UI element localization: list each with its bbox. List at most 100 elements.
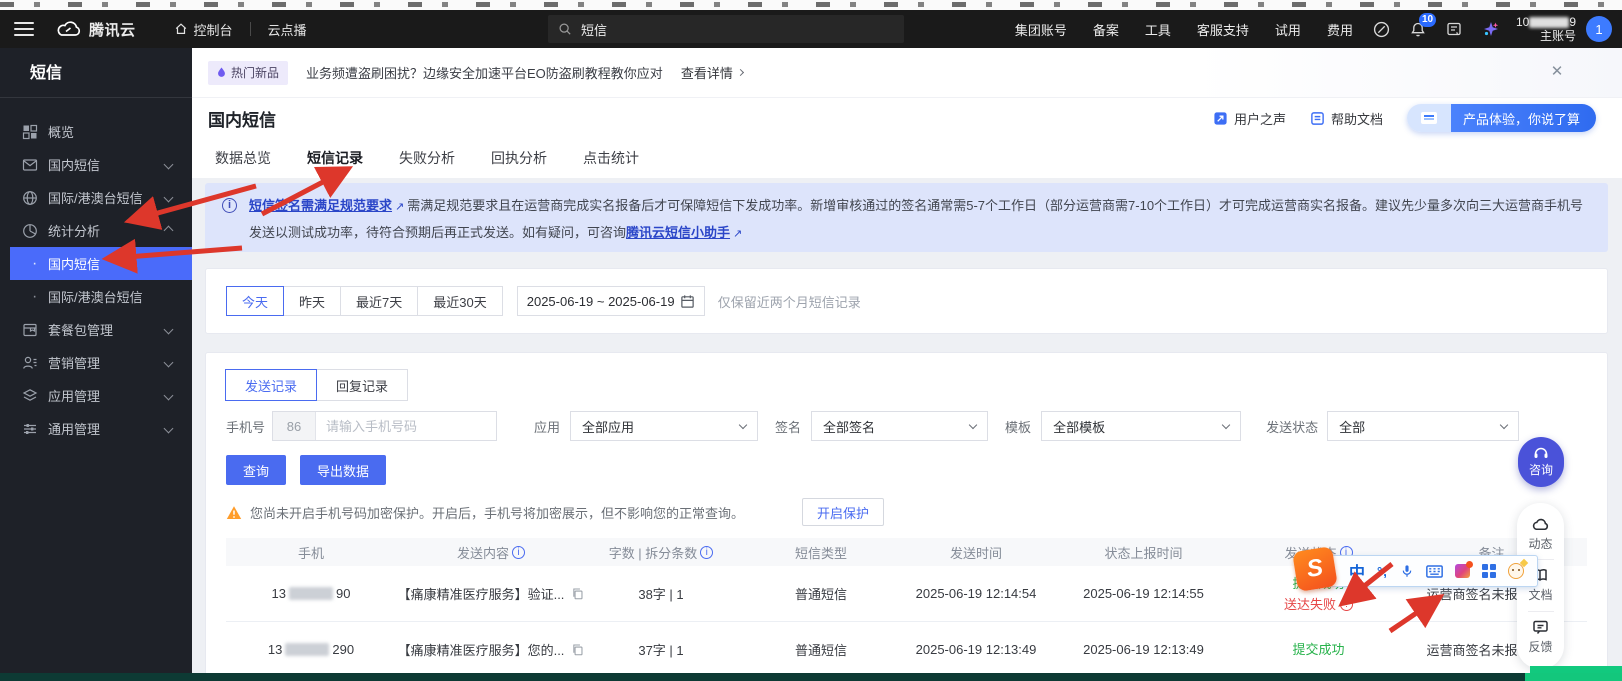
feedback-widget[interactable]: 反馈 [1528,619,1552,655]
grid-icon [22,124,38,140]
secondary-nav-link[interactable]: 云点播 [268,20,307,39]
ime-toolbox-icon[interactable] [1482,564,1496,578]
notification-bell-icon[interactable]: 10 [1410,21,1426,38]
sidebar-item-overview[interactable]: 概览 [0,115,192,148]
phone-input[interactable] [316,412,496,440]
cell-phone: 13290 [226,642,396,657]
account-role: 主账号 [1516,29,1576,43]
billing-doc-icon[interactable] [1446,21,1462,37]
date-range-value: 2025-06-19 ~ 2025-06-19 [527,294,675,309]
ime-skin-icon[interactable] [1455,564,1470,578]
service-circle-icon[interactable] [1373,21,1390,38]
info-circle-icon[interactable]: i [512,546,525,559]
voice-icon [1213,111,1228,126]
banner-detail-link[interactable]: 查看详情 [681,63,743,82]
feedback-form-icon [1407,104,1451,132]
cell-count: 37字 | 1 [586,640,736,659]
tab-reply-records[interactable]: 回复记录 [316,369,408,401]
bullet-icon: · [32,259,48,269]
emoji-icon[interactable] [1508,563,1524,579]
sms-assistant-link[interactable]: 腾讯云短信小助手 [626,225,730,240]
chevron-down-icon [164,424,174,434]
tab-send-records[interactable]: 发送记录 [225,369,317,401]
ime-punctuation-toggle[interactable]: °, [1377,564,1388,579]
col-phone: 手机 [226,543,396,562]
quick-range-yesterday[interactable]: 昨天 [283,286,341,316]
sidebar-subitem-domestic-sms-active[interactable]: · 国内短信 [10,247,192,280]
tab-sms-records[interactable]: 短信记录 [307,148,363,168]
copy-icon[interactable] [571,643,584,656]
cloud-icon [1531,517,1550,532]
consult-widget[interactable]: 咨询 [1518,437,1564,487]
query-button[interactable]: 查询 [226,455,286,485]
quick-range-today[interactable]: 今天 [226,286,284,316]
drop-icon [217,67,226,78]
chevron-down-icon [164,325,174,335]
news-widget[interactable]: 动态 [1528,517,1552,552]
sidebar-item-statistics[interactable]: 统计分析 [0,214,192,247]
nav-link-icp[interactable]: 备案 [1093,20,1119,39]
ime-language-toggle[interactable]: 中 [1349,559,1365,583]
sidebar-item-app-mgmt[interactable]: 应用管理 [0,379,192,412]
user-avatar[interactable]: 1 [1586,16,1612,42]
sign-select[interactable]: 全部签名 [811,411,988,441]
tab-failure-analysis[interactable]: 失败分析 [399,148,455,168]
sparkle-assistant-icon[interactable] [1482,20,1500,38]
sidebar-item-label: 营销管理 [48,353,100,372]
close-icon[interactable]: ✕ [1550,65,1564,79]
quick-range-7days[interactable]: 最近7天 [340,286,418,316]
cell-send-time: 2025-06-19 12:13:49 [906,642,1046,657]
col-count: 字数 | 拆分条数i [586,543,736,562]
send-status-select[interactable]: 全部 [1327,411,1519,441]
app-select[interactable]: 全部应用 [570,411,758,441]
chevron-down-icon [164,193,174,203]
sidebar-item-domestic-sms[interactable]: 国内短信 [0,148,192,181]
col-content: 发送内容i [396,543,586,562]
signature-spec-link[interactable]: 短信签名需满足规范要求 [249,198,392,213]
nav-link-org[interactable]: 集团账号 [1015,20,1067,39]
export-data-button[interactable]: 导出数据 [300,455,386,485]
sidebar-item-general-mgmt[interactable]: 通用管理 [0,412,192,445]
console-link[interactable]: 控制台 [174,20,233,39]
enable-protection-button[interactable]: 开启保护 [802,498,884,526]
chevron-down-icon [969,420,977,428]
keyboard-icon[interactable] [1426,565,1443,578]
sidebar-subitem-intl-sms[interactable]: · 国际/港澳台短信 [0,280,192,313]
copy-icon[interactable] [571,587,584,600]
template-select[interactable]: 全部模板 [1041,411,1241,441]
tab-click-stats[interactable]: 点击统计 [583,148,639,168]
account-info[interactable]: 109 主账号 [1516,15,1576,43]
global-search-input[interactable]: 短信 [548,15,904,43]
microphone-icon[interactable] [1400,563,1414,579]
window-top-artifact [0,0,1622,10]
sogou-logo-icon[interactable]: S [1292,546,1338,592]
tab-data-overview[interactable]: 数据总览 [215,148,271,168]
external-link-icon: ↗ [733,228,742,240]
tab-receipt-analysis[interactable]: 回执分析 [491,148,547,168]
nav-link-trial[interactable]: 试用 [1275,20,1301,39]
sidebar-item-marketing-mgmt[interactable]: 营销管理 [0,346,192,379]
user-voice-link[interactable]: 用户之声 [1213,109,1286,128]
divider [1528,611,1554,612]
product-experience-button[interactable]: 产品体验，你说了算 [1407,104,1596,132]
cell-report-time: 2025-06-19 12:14:55 [1046,586,1241,601]
help-docs-link[interactable]: 帮助文档 [1310,109,1383,128]
nav-link-support[interactable]: 客服支持 [1197,20,1249,39]
tencent-cloud-logo[interactable]: 腾讯云 [56,19,136,40]
info-circle-icon[interactable]: i [700,546,713,559]
date-range-picker[interactable]: 2025-06-19 ~ 2025-06-19 [517,286,705,316]
ime-toolbar: S 中 °, [1302,555,1538,587]
col-report-time: 状态上报时间 [1046,543,1241,562]
quick-range-30days[interactable]: 最近30天 [417,286,502,316]
hot-product-badge[interactable]: 热门新品 [208,61,288,85]
external-link-icon: ↗ [395,201,404,213]
alert-body: 需满足规范要求且在运营商完成实名报备后才可保障短信下发成功率。新增审核通过的签名… [249,198,1583,240]
sidebar-item-package-mgmt[interactable]: 套餐包管理 [0,313,192,346]
error-circle-icon[interactable]: ! [1340,598,1353,611]
headset-icon [1533,446,1549,460]
nav-link-billing[interactable]: 费用 [1327,20,1353,39]
sidebar-item-label: 通用管理 [48,419,100,438]
hamburger-menu-icon[interactable] [14,22,34,36]
nav-link-tools[interactable]: 工具 [1145,20,1171,39]
sidebar-item-intl-sms[interactable]: 国际/港澳台短信 [0,181,192,214]
